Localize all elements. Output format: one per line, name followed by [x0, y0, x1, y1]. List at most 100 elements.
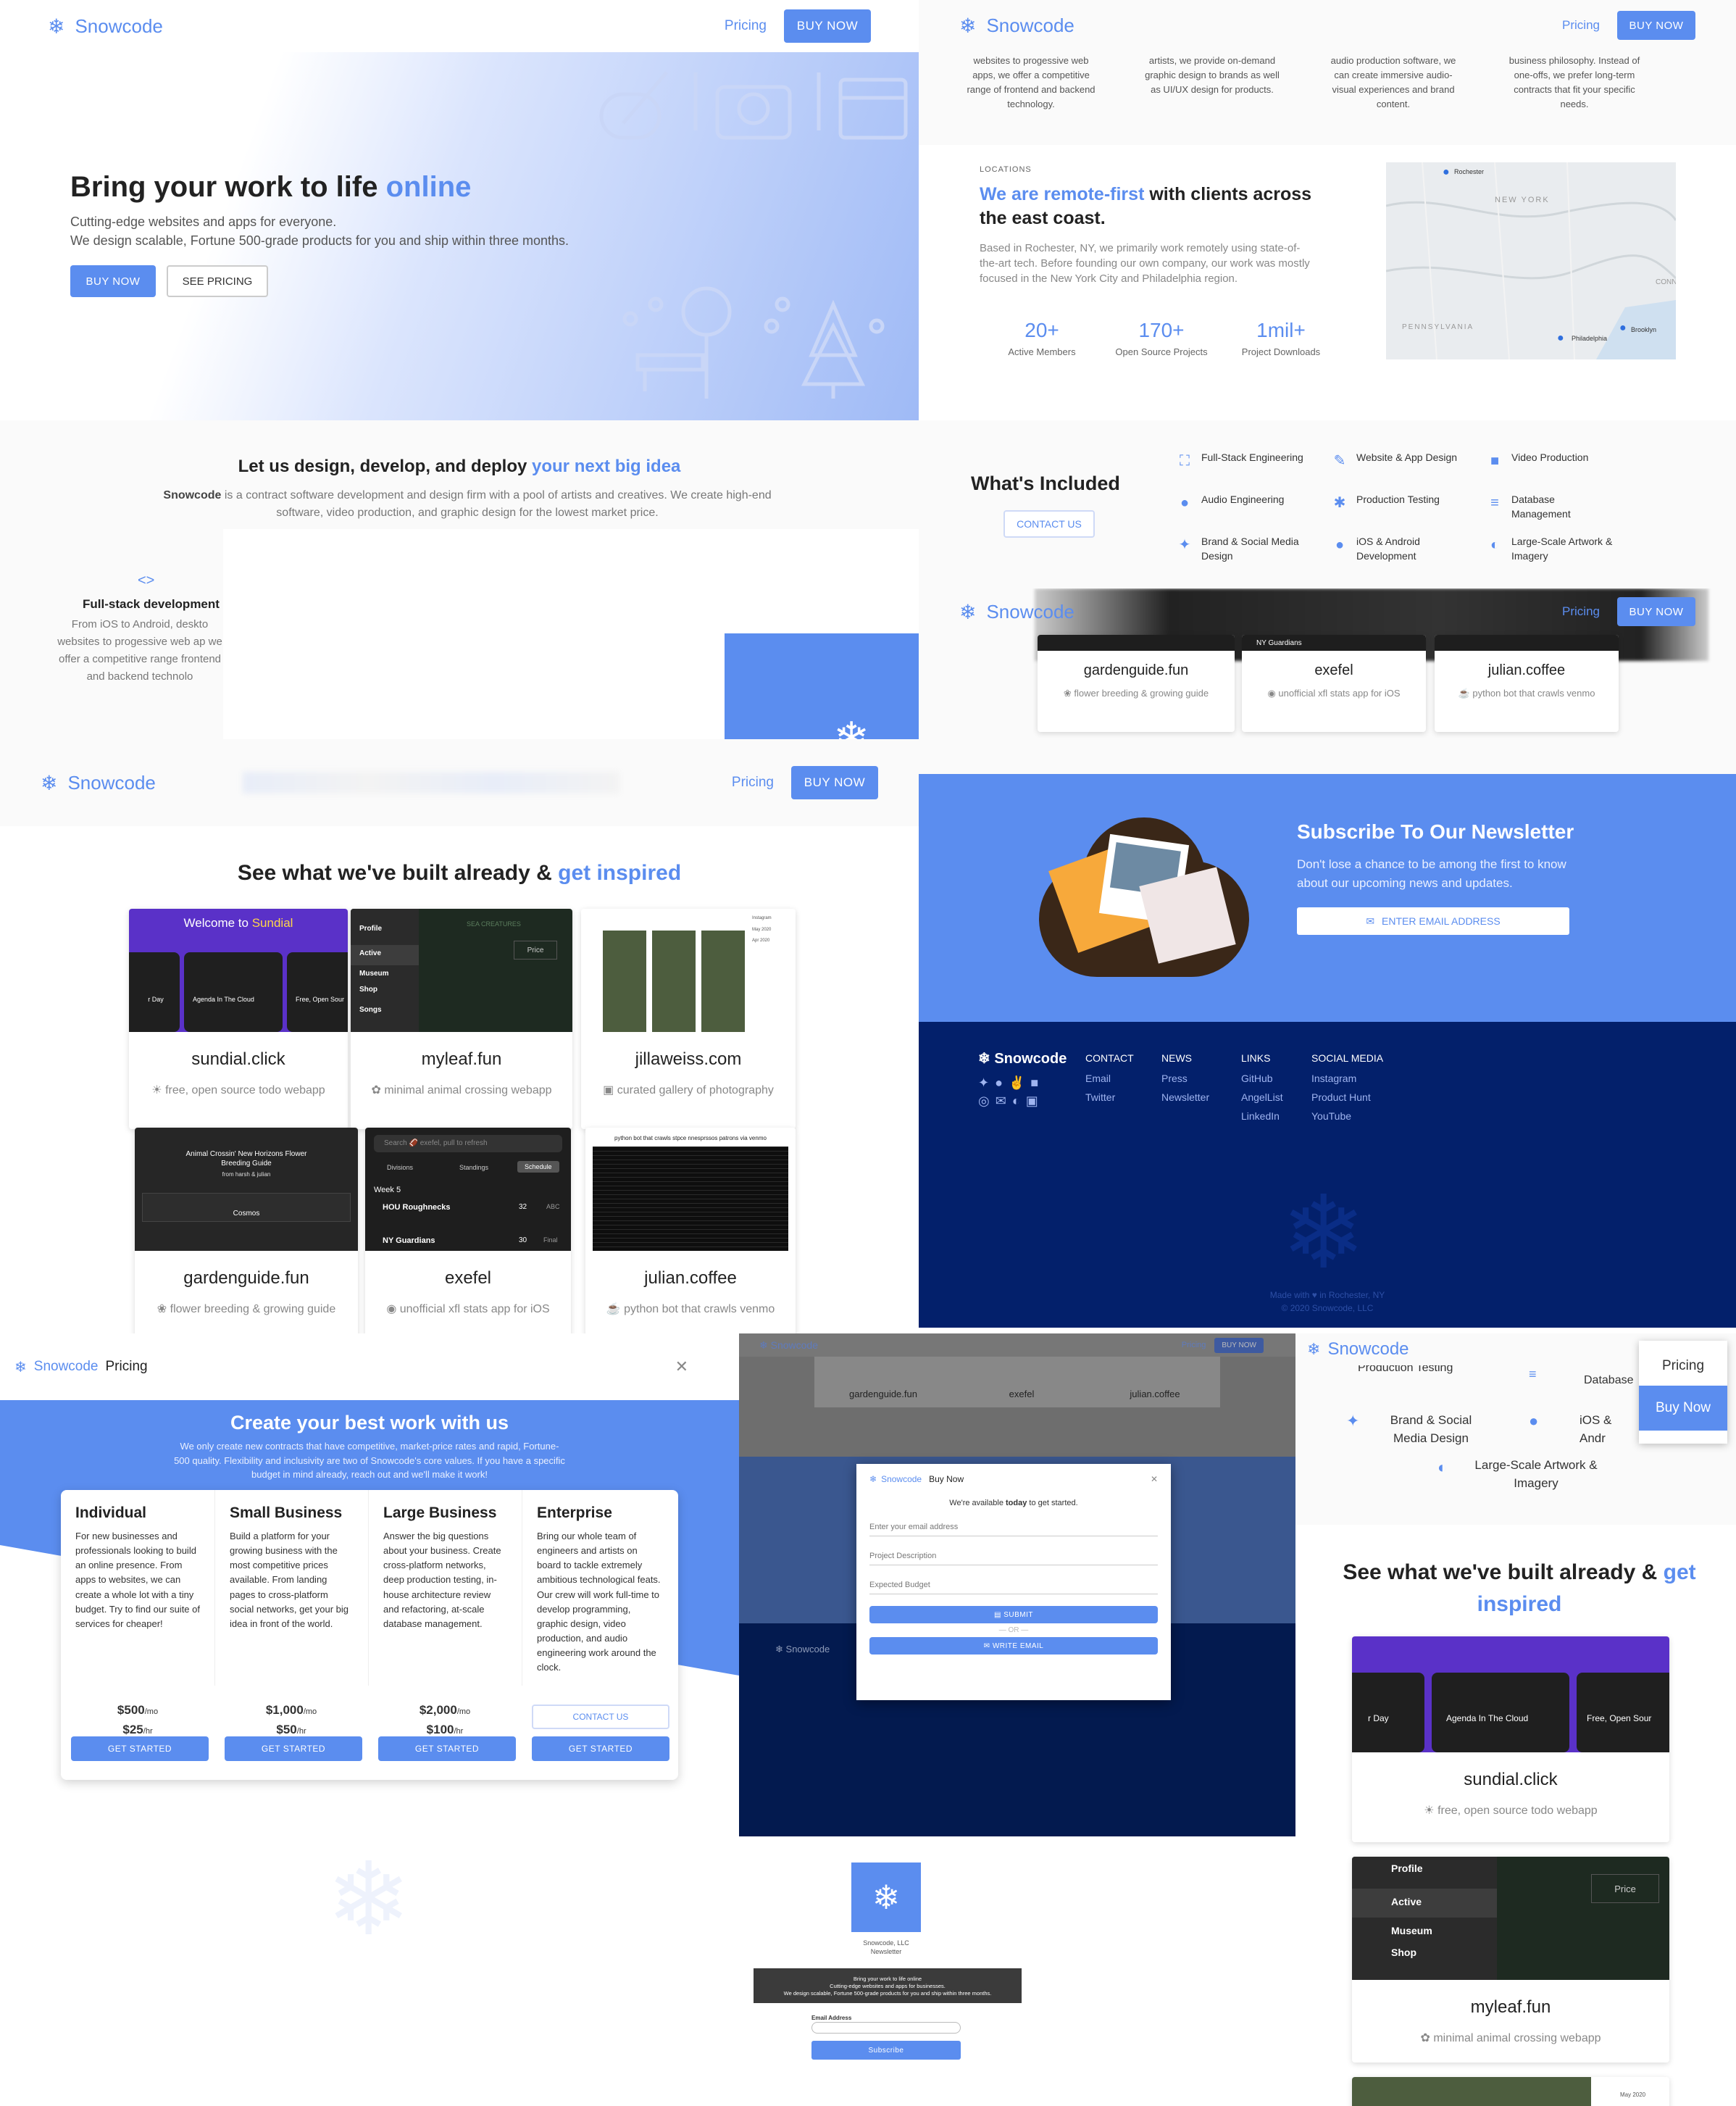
individual-get-started-button[interactable]: GET STARTED — [71, 1736, 209, 1761]
instagram-icon[interactable]: ◎ — [978, 1094, 996, 1108]
brand-logo[interactable]: ❄ Snowcode — [41, 771, 156, 795]
included-item-1: ✎ Website & App Design — [1332, 451, 1477, 471]
mic-icon: ● — [1180, 495, 1190, 511]
enterprise-contact-button[interactable]: CONTACT US — [532, 1705, 669, 1729]
project-card-exefel[interactable]: NY Guardians exefel ◉ unofficial xfl sta… — [1242, 635, 1426, 732]
write-email-button[interactable]: ✉ WRITE EMAIL — [869, 1637, 1158, 1655]
project-screenshot: Profile Active Museum Shop Songs SEA CRE… — [351, 909, 572, 1032]
expand-icon: ⛶ — [1180, 453, 1190, 469]
mobile-menu-pricing[interactable]: Pricing — [1639, 1341, 1727, 1386]
email-field[interactable]: Enter your email address — [869, 1507, 1158, 1536]
snowflake-icon: ❄ — [872, 1878, 901, 1916]
producthunt-icon[interactable]: ◐ — [1012, 1094, 1026, 1108]
email-input[interactable] — [811, 2022, 961, 2034]
portfolio-crop-panel: ❄ Snowcode Pricing BUY NOW gardenguide.fu… — [919, 588, 1736, 774]
brand-logo[interactable]: ❄ Snowcode — [959, 600, 1074, 624]
angellist-icon[interactable]: ✌ — [1009, 1075, 1030, 1090]
locations-title: We are remote-first with clients across … — [980, 184, 1312, 228]
email-subscribe-button[interactable]: Subscribe — [811, 2041, 961, 2060]
contact-us-button[interactable]: CONTACT US — [1003, 510, 1095, 538]
nav-pricing-link[interactable]: Pricing — [732, 775, 774, 791]
project-card-julian[interactable]: julian.coffee ☕ python bot that crawls v… — [1435, 635, 1619, 732]
mobile-portfolio-title: See what we've built already & get inspi… — [1343, 1560, 1696, 1616]
database-icon: ≡ — [1490, 495, 1499, 511]
included-item-5: ≡ Database Management — [1487, 493, 1632, 521]
nav-buy-now-button[interactable]: BUY NOW — [791, 766, 878, 799]
snowflake-icon: ❄ — [833, 714, 870, 739]
dim-nav: ❄ Snowcode Pricing BUY NOW — [739, 1333, 1295, 1357]
linkedin-icon[interactable]: ■ — [1030, 1075, 1044, 1090]
twitter-icon: ✦ — [1346, 1412, 1360, 1430]
project-card-gardenguide[interactable]: Animal Crossin' New Horizons Flower Bree… — [135, 1128, 358, 1333]
included-item-8: ◐ Large-Scale Artwork & Imagery — [1487, 535, 1632, 563]
location-map[interactable]: ● Rochester NEW YORK PENNSYLVANIA CONN ●… — [1386, 162, 1676, 359]
top-nav: ❄ Snowcode Pricing BUY NOW — [0, 739, 919, 826]
footer-watermark-icon: ❄ — [1281, 1175, 1366, 1289]
feature-title: Full-stack development — [83, 597, 220, 611]
hero-title: Bring your work to life online — [70, 171, 472, 203]
project-card-exefel[interactable]: Search 🏈 exefel, pull to refresh Divisio… — [365, 1128, 571, 1333]
snowflake-icon: ❄ — [48, 14, 65, 38]
snowflake-icon: ❄ — [978, 1051, 990, 1067]
mobile-section: See what we've built already & get inspi… — [1295, 1525, 1736, 2106]
dim-julian: julian.coffee — [1130, 1389, 1180, 1399]
pencil-icon: ✎ — [1333, 453, 1346, 469]
github-icon[interactable]: ● — [995, 1075, 1009, 1090]
twitter-icon[interactable]: ✦ — [978, 1075, 995, 1090]
close-icon[interactable]: ✕ — [675, 1357, 688, 1376]
brand-logo[interactable]: ❄ Snowcode — [48, 14, 163, 38]
nav-pricing-link[interactable]: Pricing — [1562, 604, 1600, 619]
email-logo: ❄ — [851, 1862, 921, 1932]
buynow-panel: ❄ Snowcode Pricing BUY NOW gardenguide.f… — [739, 1333, 1295, 1836]
mobile-project-card-jillaweiss[interactable]: May 2020 — [1352, 2077, 1669, 2106]
map-pin-icon: ● — [1443, 166, 1450, 178]
newsletter-email-button[interactable]: ✉ ENTER EMAIL ADDRESS — [1297, 907, 1569, 935]
intro-title: Let us design, develop, and deploy your … — [238, 457, 681, 476]
buynow-modal: ❄ Snowcode Buy Now ✕ We're available tod… — [856, 1464, 1171, 1700]
project-screenshot: Instagram May 2020 Apr 2020 — [581, 909, 796, 1032]
pricing-title: Create your best work with us — [230, 1412, 509, 1433]
project-card-gardenguide[interactable]: gardenguide.fun ❀ flower breeding & grow… — [1038, 635, 1235, 732]
pricing-card: Individual For new businesses and profes… — [61, 1490, 678, 1780]
nav-buy-now-button[interactable]: BUY NOW — [1617, 597, 1695, 626]
nav-pricing-link[interactable]: Pricing — [725, 18, 767, 34]
brand-logo[interactable]: ❄ Snowcode — [959, 14, 1074, 38]
enterprise-get-started-button[interactable]: GET STARTED — [532, 1736, 669, 1761]
project-description-field[interactable]: Project Description — [869, 1536, 1158, 1565]
dim-exefel: exefel — [1009, 1389, 1035, 1399]
snowflake-icon: ❄ — [41, 771, 58, 794]
nav-buy-now-button[interactable]: BUY NOW — [784, 9, 871, 43]
project-card-sundial[interactable]: Welcome to Sundial r Day Agenda In The C… — [129, 909, 348, 1129]
locations-section: LOCATIONS We are remote-first with clien… — [919, 145, 1736, 420]
stat-members: 20+ Active Members — [1008, 319, 1076, 357]
large-get-started-button[interactable]: GET STARTED — [378, 1736, 516, 1761]
project-screenshot: Search 🏈 exefel, pull to refresh Divisio… — [365, 1128, 571, 1251]
project-card-jillaweiss[interactable]: Instagram May 2020 Apr 2020 jillaweiss.c… — [581, 909, 796, 1129]
footer-brand[interactable]: ❄ Snowcode — [978, 1049, 1067, 1067]
youtube-icon[interactable]: ▣ — [1026, 1094, 1044, 1108]
apple-icon: ● — [1529, 1412, 1539, 1430]
tier-large-business: Large Business Answer the big questions … — [368, 1490, 522, 1686]
included-item-7: ● iOS & Android Development — [1332, 535, 1477, 563]
mobile-menu-buy-now[interactable]: Buy Now — [1639, 1386, 1727, 1431]
mail-icon[interactable]: ✉ — [996, 1094, 1012, 1108]
submit-button[interactable]: ▤ SUBMIT — [869, 1606, 1158, 1623]
tier-small-business: Small Business Build a platform for your… — [214, 1490, 368, 1686]
hero-see-pricing-button[interactable]: SEE PRICING — [167, 265, 268, 297]
hero-buy-now-button[interactable]: BUY NOW — [70, 265, 156, 297]
tier-individual: Individual For new businesses and profes… — [75, 1504, 200, 1629]
nav-buy-now-button[interactable]: BUY NOW — [1617, 11, 1695, 40]
small-get-started-button[interactable]: GET STARTED — [225, 1736, 362, 1761]
snowflake-icon: ❄ — [775, 1644, 783, 1655]
mobile-project-card-myleaf[interactable]: Profile Active Museum Shop Price myleaf.… — [1352, 1857, 1669, 2063]
portfolio-panel: ❄ Snowcode Pricing BUY NOW See what we've… — [0, 739, 919, 1333]
nav-pricing-link[interactable]: Pricing — [1562, 18, 1600, 33]
included-panel: What's Included CONTACT US ⛶ Full-Stack E… — [919, 420, 1736, 588]
project-card-julian[interactable]: python bot that crawls stpce nnesprssos … — [585, 1128, 796, 1333]
mobile-project-card-sundial[interactable]: r Day Agenda In The Cloud Free, Open Sou… — [1352, 1636, 1669, 1842]
close-icon[interactable]: ✕ — [1151, 1474, 1158, 1484]
project-card-myleaf[interactable]: Profile Active Museum Shop Songs SEA CRE… — [351, 909, 572, 1129]
snowflake-icon: ❄ — [759, 1339, 768, 1351]
map-pin-icon: ● — [1619, 322, 1627, 334]
budget-field[interactable]: Expected Budget — [869, 1565, 1158, 1594]
